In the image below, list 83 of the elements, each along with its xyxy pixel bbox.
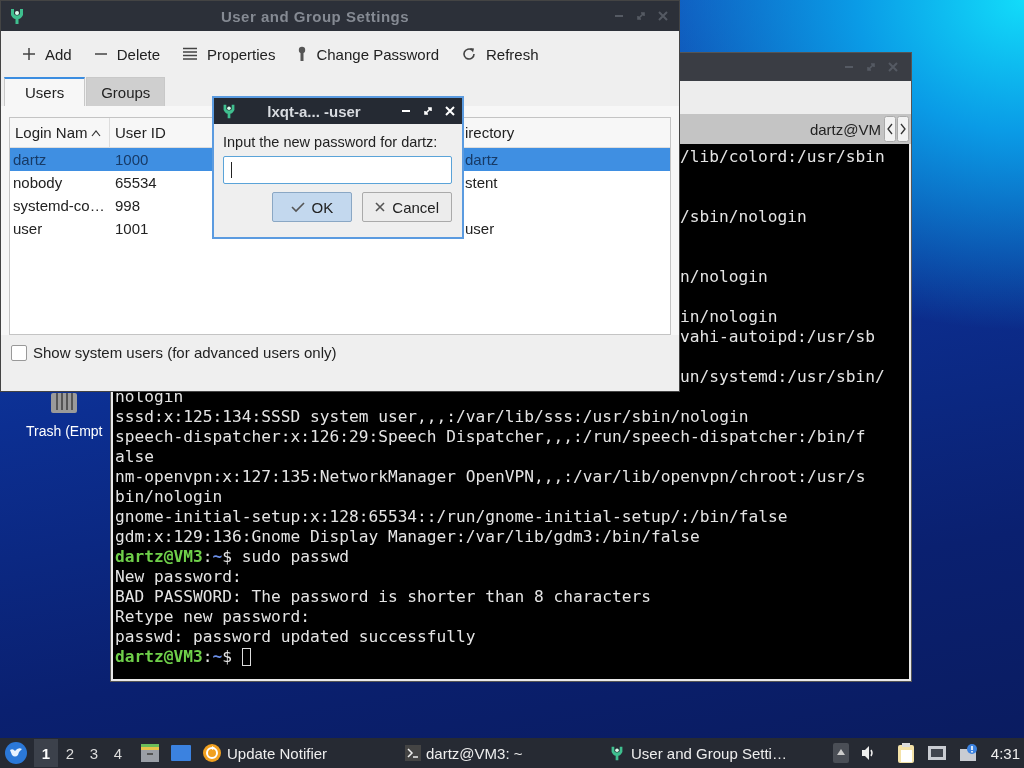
terminal-line: /lib/colord:/usr/sbin [680, 147, 885, 167]
table-cell-text: dartz [464, 151, 499, 168]
maximize-icon[interactable] [422, 105, 434, 117]
notification-icon[interactable] [958, 743, 979, 763]
terminal-line: nm-openvpn:x:127:135:NetworkManager OpenVPN,,,:/var/lib/openvpn/chroot:/usr/s [115, 467, 866, 487]
table-cell-text: stent [464, 174, 498, 191]
terminal-line: gnome-initial-setup:x:128:65534::/run/gnome-initial-setup/:/bin/false [115, 507, 788, 527]
desktop-icon[interactable] [170, 744, 192, 762]
table-cell-text: nobody [12, 174, 63, 191]
folder-icon[interactable] [140, 743, 160, 763]
table-cell-text: 998 [114, 197, 141, 214]
prompt-label: Input the new password for dartz: [223, 134, 439, 150]
prompt-host: dartz@VM3 [115, 647, 203, 667]
bird-icon[interactable] [4, 741, 28, 765]
list-icon [182, 47, 199, 61]
key-icon [297, 46, 308, 62]
close-icon [375, 202, 386, 212]
table-cell-text: dartz [12, 151, 47, 168]
toolbar-button[interactable]: Delete [84, 41, 170, 67]
terminal-tab[interactable]: dartz@VM [809, 120, 881, 138]
table-cell-text: systemd-co… [12, 197, 105, 214]
table-cell-text: 1000 [114, 151, 149, 168]
checkbox-label[interactable]: Show system users (for advanced users only) [33, 344, 337, 361]
workspace-button[interactable]: 1 [34, 739, 58, 767]
refresh-icon [461, 46, 477, 62]
clipboard-icon[interactable] [896, 743, 915, 763]
desktop-icon-label[interactable]: Trash (Empt [26, 423, 103, 439]
terminal-line: Retype new password: [115, 607, 310, 627]
table-cell-text: 65534 [114, 174, 157, 191]
prompt-separator: : [202, 547, 213, 567]
terminal-line: un/systemd:/usr/sbin/ [680, 367, 885, 387]
check-icon [290, 201, 305, 213]
prompt-path: ~ [212, 547, 223, 567]
workspace-button[interactable]: 4 [106, 739, 130, 767]
prompt-host: dartz@VM3 [115, 547, 203, 567]
terminal-line: speech-dispatcher:x:126:29:Speech Dispatcher,,,:/run/speech-dispatcher:/bin/f [115, 427, 866, 447]
workspace-button[interactable]: 2 [58, 739, 82, 767]
workspace-button[interactable]: 3 [82, 739, 106, 767]
prompt-path: ~ [212, 647, 223, 667]
tab[interactable]: Groups [86, 77, 166, 106]
terminal-command: $ sudo passwd [222, 547, 349, 567]
toolbar-button[interactable]: Add [13, 41, 81, 67]
window-title: User and Group Settings [219, 7, 411, 25]
plus-icon [22, 47, 36, 61]
text-cursor [241, 648, 251, 666]
terminal-line: /sbin/nologin [680, 207, 807, 227]
toolbar-button[interactable]: Change Password [288, 41, 448, 67]
table-cell-text: user [464, 220, 495, 237]
terminal-line: bin/nologin [115, 487, 223, 507]
scroll-right-icon[interactable] [897, 116, 909, 142]
column-header[interactable]: Login Nam [10, 118, 110, 147]
terminal-line: gdm:x:129:136:Gnome Display Manager:/var/lib/gdm3:/bin/false [115, 527, 700, 547]
toolbar-button[interactable]: Properties [173, 41, 285, 67]
column-header[interactable]: irectory [462, 118, 670, 147]
terminal-command: $ [222, 647, 232, 667]
terminal-line: passwd: password updated successfully [115, 627, 476, 647]
password-field[interactable] [223, 156, 452, 184]
dialog-button[interactable]: OK [271, 192, 353, 222]
terminal-line: alse [115, 447, 154, 467]
toolbar-button[interactable]: Refresh [452, 41, 548, 67]
table-cell-text: 1001 [114, 220, 149, 237]
scroll-left-icon[interactable] [884, 116, 896, 142]
update-icon [202, 743, 222, 763]
terminal-line: n/nologin [680, 267, 768, 287]
network-icon[interactable] [926, 744, 947, 762]
clock: 4:31 [990, 744, 1020, 762]
tab[interactable]: Users [4, 77, 86, 106]
dialog-button[interactable]: Cancel [362, 192, 452, 222]
terminal-line: BAD PASSWORD: The password is shorter than 8 characters [115, 587, 651, 607]
table-cell-text: user [12, 220, 43, 237]
terminal-line: in/nologin [680, 307, 778, 327]
trash-icon[interactable] [49, 393, 80, 413]
taskbar-task[interactable]: dartz@VM3: ~ [395, 739, 598, 767]
terminal-line: nologin [115, 387, 184, 407]
terminal-line: vahi-autoipd:/usr/sb [680, 327, 875, 347]
terminal-line: sssd:x:125:134:SSSD system user,,,:/var/lib/sss:/usr/sbin/nologin [115, 407, 749, 427]
terminal-icon [405, 745, 421, 761]
prompt-separator: : [202, 647, 213, 667]
terminal-line: New password: [115, 567, 242, 587]
taskbar-task[interactable]: User and Group Setti… [598, 739, 801, 767]
dialog-title: lxqt-a... -user [266, 102, 362, 120]
checkbox[interactable] [11, 344, 27, 361]
taskbar-task[interactable]: Update Notifier [192, 739, 395, 767]
